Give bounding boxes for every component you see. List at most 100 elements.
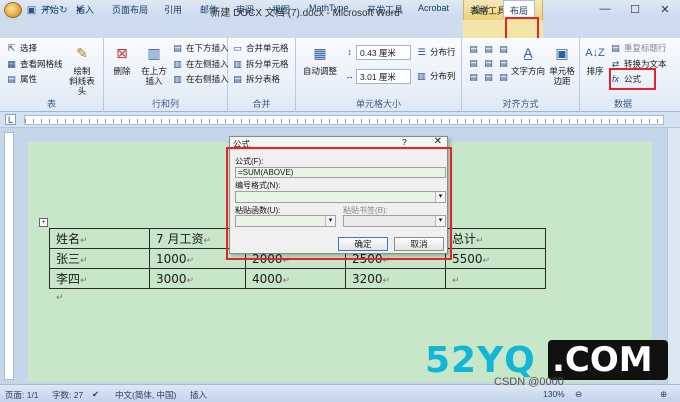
row-height-input[interactable]: 0.43 厘米	[356, 45, 411, 60]
align-middle-left-icon[interactable]: ▤	[468, 58, 479, 69]
align-middle-right-icon[interactable]: ▤	[498, 58, 509, 69]
table-cell[interactable]: 5500↵	[445, 248, 546, 269]
table-cell[interactable]: 3200↵	[345, 268, 446, 289]
status-bar: 页面: 1/1 字数: 27 ✔ 中文(简体, 中国) 插入 130% ⊖ ⊕	[0, 384, 680, 402]
help-icon[interactable]: ?	[402, 137, 407, 147]
close-button[interactable]: ✕	[650, 0, 680, 18]
insert-above-button[interactable]: ▥ 在上方 插入	[138, 42, 170, 86]
tab-mathtype[interactable]: MathType	[309, 3, 349, 13]
text-direction-icon: A̲	[523, 45, 533, 61]
repeat-header-icon: ▤	[611, 42, 620, 53]
tab-view[interactable]: 视图	[272, 3, 290, 16]
tab-design[interactable]: 设计	[472, 3, 490, 16]
sort-az-icon: A↓Z	[585, 47, 605, 59]
gridlines-button[interactable]: ▦ 查看网格线	[6, 58, 62, 70]
table-cell[interactable]: ↵	[445, 268, 546, 289]
table-cell[interactable]: 姓名↵	[49, 228, 150, 249]
insert-right-button[interactable]: ▥ 在右侧插入	[172, 73, 228, 85]
tab-page-layout[interactable]: 页面布局	[112, 3, 148, 16]
group-merge: ▭ 合并单元格 ▥ 拆分单元格 ▤ 拆分表格 合并	[228, 38, 296, 112]
distribute-rows-icon: ☰	[417, 46, 426, 57]
tab-references[interactable]: 引用	[164, 3, 182, 16]
align-middle-center-icon[interactable]: ▤	[483, 58, 494, 69]
table-cell[interactable]: 总计↵	[445, 228, 546, 249]
align-bottom-left-icon[interactable]: ▤	[468, 72, 479, 83]
maximize-button[interactable]: ☐	[620, 0, 650, 18]
ruler-row: L	[0, 112, 680, 128]
autofit-icon: ▦	[313, 45, 327, 61]
minimize-button[interactable]: —	[590, 0, 620, 18]
tab-layout[interactable]: 布局	[503, 0, 536, 18]
table-cell[interactable]: 张三↵	[49, 248, 150, 269]
insert-left-icon: ▥	[173, 58, 182, 69]
distribute-rows-button[interactable]: ☰ 分布行	[416, 46, 455, 58]
ribbon-tabs	[0, 20, 680, 38]
text-direction-button[interactable]: A̲ 文字方向	[510, 42, 546, 76]
page-count[interactable]: 页面: 1/1	[5, 389, 39, 401]
draw-table-button[interactable]: ✎ 绘制 斜线表头	[66, 42, 98, 96]
split-table-button[interactable]: ▤ 拆分表格	[232, 73, 280, 85]
align-top-left-icon[interactable]: ▤	[468, 44, 479, 55]
office-button[interactable]	[4, 2, 22, 18]
autofit-button[interactable]: ▦ 自动调整	[300, 42, 340, 76]
properties-button[interactable]: ▤ 属性	[6, 73, 37, 85]
pencil-icon: ✎	[76, 45, 88, 61]
select-button[interactable]: ⇱ 选择	[6, 42, 37, 54]
repeat-header-button[interactable]: ▤ 重复标题行	[610, 42, 666, 54]
save-icon[interactable]: ▣	[25, 4, 38, 17]
delete-table-icon: ⊠	[116, 45, 128, 61]
group-rows-cols: ⊠ 删除 ▥ 在上方 插入 ▤ 在下方插入 ▥ 在左侧插入 ▥ 在右侧插入 行和列	[104, 38, 229, 112]
tab-developer[interactable]: 开发工具	[367, 3, 403, 16]
distribute-cols-icon: ▥	[417, 70, 426, 81]
tab-review[interactable]: 审阅	[236, 3, 254, 16]
tab-selector-icon[interactable]: L	[5, 114, 16, 125]
table-cell[interactable]: 李四↵	[49, 268, 150, 289]
tab-insert[interactable]: 插入	[76, 3, 94, 16]
select-icon: ⇱	[7, 42, 16, 53]
align-bottom-right-icon[interactable]: ▤	[498, 72, 509, 83]
group-table: ⇱ 选择 ▦ 查看网格线 ▤ 属性 ✎ 绘制 斜线表头 表	[0, 38, 104, 112]
insert-above-icon: ▥	[147, 45, 161, 61]
align-bottom-center-icon[interactable]: ▤	[483, 72, 494, 83]
split-cells-icon: ▥	[233, 58, 242, 69]
paragraph-mark: ↵	[56, 292, 64, 302]
delete-button[interactable]: ⊠ 删除	[108, 42, 136, 76]
ribbon: ⇱ 选择 ▦ 查看网格线 ▤ 属性 ✎ 绘制 斜线表头 表 ⊠ 删除 ▥ 在上方 插入…	[0, 38, 680, 112]
properties-icon: ▤	[7, 73, 16, 84]
insert-below-button[interactable]: ▤ 在下方插入	[172, 42, 228, 54]
highlight-dialog	[226, 147, 452, 260]
distribute-cols-button[interactable]: ▥ 分布列	[416, 70, 455, 82]
csdn-watermark: CSDN @0000	[494, 376, 564, 388]
word-count[interactable]: 字数: 27	[52, 389, 83, 401]
table-row: 李四↵ 3000↵ 4000↵ 3200↵ ↵	[49, 268, 546, 289]
cell-margins-button[interactable]: ▣ 单元格 边距	[546, 42, 578, 86]
insert-below-icon: ▤	[173, 42, 182, 53]
split-table-icon: ▤	[233, 73, 242, 84]
language[interactable]: 中文(简体, 中国)	[115, 389, 176, 401]
align-top-right-icon[interactable]: ▤	[498, 44, 509, 55]
ruler-ticks	[25, 119, 663, 123]
merge-cells-button[interactable]: ▭ 合并单元格	[232, 42, 288, 54]
split-cells-button[interactable]: ▥ 拆分单元格	[232, 58, 288, 70]
table-cell[interactable]: 3000↵	[149, 268, 246, 289]
horizontal-ruler[interactable]	[24, 115, 664, 125]
tab-mailings[interactable]: 邮件	[200, 3, 218, 16]
tab-acrobat[interactable]: Acrobat	[418, 3, 449, 13]
vertical-ruler[interactable]	[4, 132, 14, 380]
align-top-center-icon[interactable]: ▤	[483, 44, 494, 55]
vertical-scrollbar[interactable]	[667, 128, 680, 384]
table-move-handle[interactable]: +	[39, 218, 48, 227]
zoom-level[interactable]: 130%	[543, 389, 565, 399]
insert-mode[interactable]: 插入	[190, 389, 207, 401]
alignment-grid: ▤ ▤ ▤ ▤ ▤ ▤ ▤ ▤ ▤	[468, 44, 512, 83]
col-width-input[interactable]: 3.01 厘米	[356, 69, 411, 84]
zoom-out-icon[interactable]: ⊖	[575, 389, 582, 400]
dialog-close-icon[interactable]: ✕	[434, 136, 442, 147]
proofing-icon[interactable]: ✔	[92, 389, 99, 400]
insert-left-button[interactable]: ▥ 在左侧插入	[172, 58, 228, 70]
sort-button[interactable]: A↓Z 排序	[582, 42, 608, 77]
cell-margins-icon: ▣	[555, 45, 569, 61]
tab-home[interactable]: 开始	[41, 3, 59, 16]
zoom-in-icon[interactable]: ⊕	[660, 389, 667, 400]
table-cell[interactable]: 4000↵	[245, 268, 346, 289]
